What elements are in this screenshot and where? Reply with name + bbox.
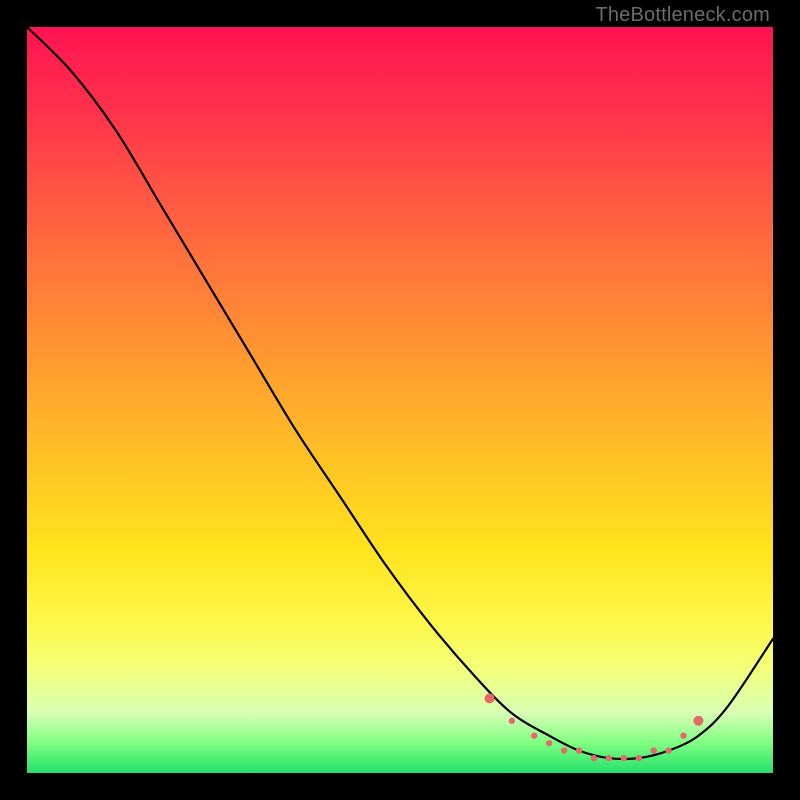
curve-group: [27, 27, 773, 761]
highlight-point: [621, 755, 627, 761]
highlight-point: [636, 755, 642, 761]
highlight-point: [485, 693, 495, 703]
highlight-point: [650, 747, 656, 753]
highlight-point: [561, 747, 567, 753]
highlight-point: [665, 747, 671, 753]
highlight-point: [606, 755, 612, 761]
highlight-point: [591, 755, 597, 761]
chart-frame: TheBottleneck.com: [0, 0, 800, 800]
chart-svg: [0, 0, 800, 800]
highlight-markers: [485, 693, 704, 761]
highlight-point: [546, 740, 552, 746]
highlight-point: [680, 733, 686, 739]
highlight-point: [509, 718, 515, 724]
bottleneck-curve: [27, 27, 773, 759]
highlight-point: [531, 733, 537, 739]
highlight-point: [576, 747, 582, 753]
highlight-point: [693, 716, 703, 726]
